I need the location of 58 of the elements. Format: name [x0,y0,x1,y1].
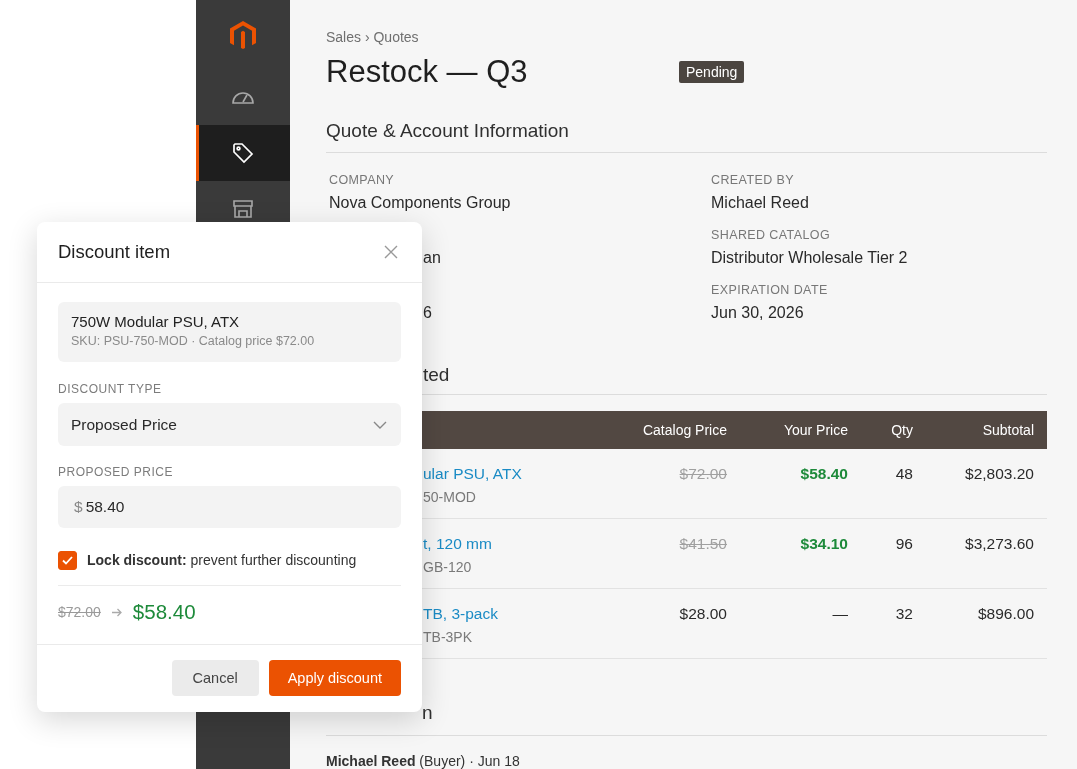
column-header: Qty [890,422,913,438]
catalog-price: $72.00 [678,465,727,484]
apply-discount-button[interactable]: Apply discount [268,660,401,696]
close-button[interactable] [382,243,400,261]
field-label: PROPOSED PRICE [58,465,175,479]
discount-type-select[interactable]: Proposed Price [58,403,401,446]
price-input[interactable]: $ 58.40 [58,486,401,528]
column-header: Subtotal [981,422,1035,438]
page-title: Restock — Q3 [326,53,529,90]
subtotal: $2,803.20 [964,465,1035,484]
column-header: Catalog Price [641,422,727,438]
subtotal: $896.00 [976,605,1035,624]
comment-author: Michael Reed (Buyer) · Jun 18 [326,753,521,769]
status-badge: Pending [679,60,745,83]
quantity: 96 [894,535,913,554]
product-link[interactable]: t, 120 mm [423,535,597,553]
sku-text: TB-3PK [423,629,473,646]
chevron-down-icon [373,420,387,429]
your-price: $58.40 [799,465,848,484]
quantity: 32 [894,605,913,624]
product-link[interactable]: ular PSU, ATX [423,465,597,483]
product-link[interactable]: TB, 3-pack [423,605,597,623]
field-label: EXPIRATION DATE [711,282,829,298]
your-price: $34.10 [799,535,848,554]
field-value: Michael Reed [711,193,809,213]
old-price: $72.00 [58,604,101,620]
field-label: SHARED CATALOG [711,227,832,243]
dialog-title: Discount item [58,241,171,263]
lock-checkbox[interactable] [58,550,77,570]
sku-text: GB-120 [423,559,473,576]
sku-text: 50-MOD [423,489,477,506]
field-label: COMPANY [329,172,396,188]
section-heading: Quote & Account Information [326,117,1047,153]
field-label: DISCOUNT TYPE [58,382,163,396]
lock-label: Lock discount: prevent further discounting [87,552,357,568]
subtotal: $3,273.60 [964,535,1035,554]
field-value: Distributor Wholesale Tier 2 [711,248,908,268]
quantity: 48 [894,465,913,484]
nav-item[interactable] [196,125,290,181]
field-value: 6 [423,303,432,323]
store-icon [233,200,253,218]
field-value: Nova Components Group [329,193,511,213]
tag-icon [231,141,255,165]
catalog-price: $41.50 [678,535,727,554]
product-name: 750W Modular PSU, ATX [71,313,241,330]
your-price: — [831,605,848,624]
field-value: an [423,248,441,268]
field-label: CREATED BY [711,172,795,188]
field-value: Jun 30, 2026 [711,303,804,323]
new-price: $58.40 [132,600,196,624]
column-header: Your Price [782,422,848,438]
cancel-button[interactable]: Cancel [171,660,259,696]
logo-icon[interactable] [230,20,256,49]
catalog-price: $28.00 [678,605,727,624]
breadcrumb: Sales › Quotes [326,28,420,46]
arrow-right-icon [111,607,122,617]
product-meta: SKU: PSU-750-MOD · Catalog price $72.00 [71,334,316,348]
checkmark-icon [62,555,73,565]
